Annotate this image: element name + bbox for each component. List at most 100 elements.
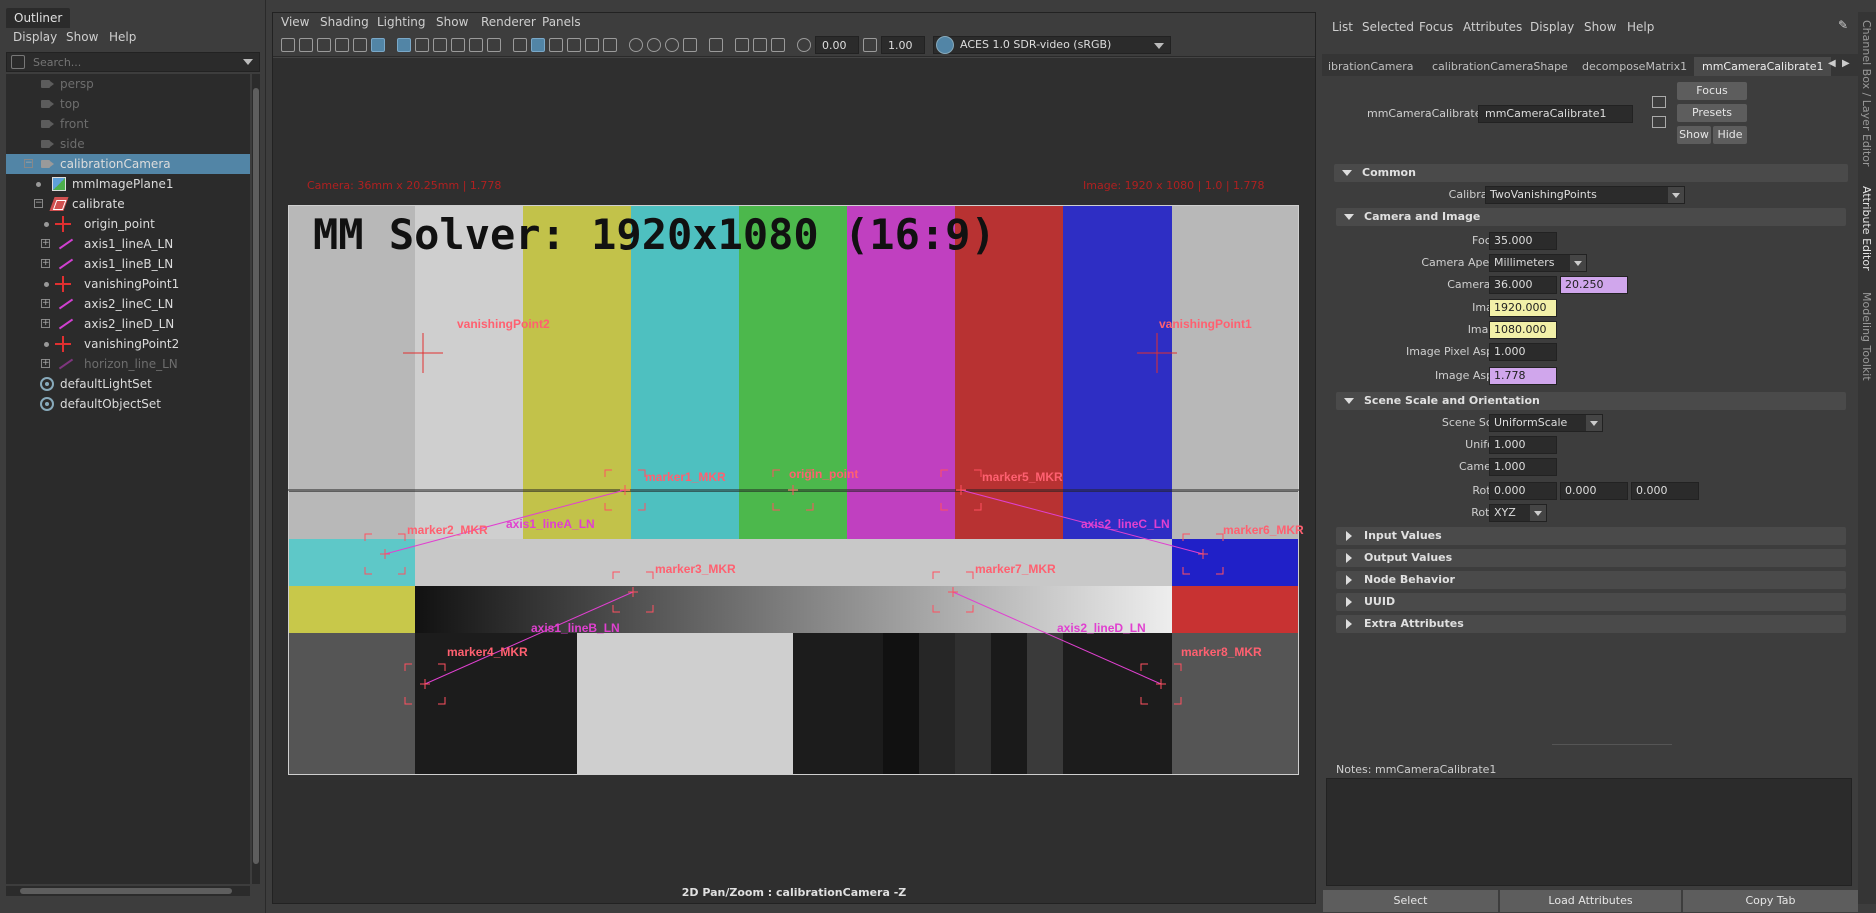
section-extra-attributes[interactable]: Extra Attributes — [1336, 615, 1846, 633]
tree-item-axis1-lineb[interactable]: + axis1_lineB_LN — [6, 254, 250, 274]
image-width-field[interactable]: 1920.000 — [1489, 299, 1557, 317]
collapse-icon[interactable]: − — [34, 199, 43, 208]
expand-icon[interactable] — [1346, 619, 1352, 629]
camera-height-field[interactable]: 1.000 — [1489, 458, 1557, 476]
shadows-icon[interactable] — [603, 38, 617, 52]
tree-item-axis2-linec[interactable]: + axis2_lineC_LN — [6, 294, 250, 314]
image-plane-icon[interactable] — [335, 38, 349, 52]
chevron-down-icon[interactable] — [1154, 43, 1164, 49]
menu-view[interactable]: View — [281, 15, 309, 29]
section-scene-scale[interactable]: Scene Scale and Orientation — [1336, 392, 1846, 410]
section-node-behavior[interactable]: Node Behavior — [1336, 571, 1846, 589]
uniform-scale-field[interactable]: 1.000 — [1489, 436, 1557, 454]
menu-help[interactable]: Help — [1627, 20, 1654, 34]
tree-item-top[interactable]: top — [6, 94, 250, 114]
menu-renderer[interactable]: Renderer — [481, 15, 536, 29]
scrollbar-thumb[interactable] — [20, 888, 232, 894]
tab-decompose-matrix[interactable]: decomposeMatrix1 — [1582, 57, 1687, 76]
depth-of-field-icon[interactable] — [683, 38, 697, 52]
isolate-select-icon[interactable] — [709, 38, 723, 52]
expand-icon[interactable]: + — [41, 319, 50, 328]
rotate-plane-z-field[interactable]: 0.000 — [1631, 482, 1699, 500]
section-camera-image[interactable]: Camera and Image — [1336, 208, 1846, 226]
collapse-icon[interactable] — [1342, 170, 1352, 176]
tree-item-horizon-line[interactable]: + horizon_line_LN — [6, 354, 250, 374]
pin-icon[interactable]: ✎ — [1838, 18, 1848, 32]
section-uuid[interactable]: UUID — [1336, 593, 1846, 611]
hide-button[interactable]: Hide — [1713, 126, 1747, 144]
aperture-unit-select[interactable]: Millimeters — [1489, 254, 1587, 272]
menu-display[interactable]: Display — [13, 30, 57, 44]
tab-calibration-camera[interactable]: ibrationCamera — [1328, 57, 1414, 76]
collapse-icon[interactable] — [1344, 398, 1354, 404]
smooth-shade-icon[interactable] — [531, 38, 545, 52]
wireframe-icon[interactable] — [513, 38, 527, 52]
collapse-icon[interactable]: − — [24, 159, 33, 168]
menu-focus[interactable]: Focus — [1419, 20, 1453, 34]
rotate-plane-y-field[interactable]: 0.000 — [1560, 482, 1628, 500]
output-connection-icon[interactable] — [1652, 116, 1666, 128]
field-chart-icon[interactable] — [469, 38, 483, 52]
tree-item-persp[interactable]: persp — [6, 74, 250, 94]
expand-icon[interactable] — [1346, 531, 1352, 541]
menu-help[interactable]: Help — [109, 30, 136, 44]
menu-display[interactable]: Display — [1530, 20, 1574, 34]
pixel-aspect-field[interactable]: 1.000 — [1489, 343, 1557, 361]
grease-pencil-icon[interactable] — [371, 38, 385, 52]
camera-aperture-x-field[interactable]: 36.000 — [1489, 276, 1557, 294]
resolution-gate-icon[interactable] — [433, 38, 447, 52]
chevron-down-icon[interactable] — [1570, 255, 1586, 271]
expand-icon[interactable] — [1346, 597, 1352, 607]
tree-item-default-light-set[interactable]: defaultLightSet — [6, 374, 250, 394]
presets-button[interactable]: Presets — [1677, 104, 1747, 122]
select-button[interactable]: Select — [1323, 890, 1498, 912]
tree-item-vanishing-point2[interactable]: vanishingPoint2 — [6, 334, 250, 354]
exposure-field[interactable]: 0.00 — [815, 36, 859, 54]
menu-lighting[interactable]: Lighting — [377, 15, 426, 29]
section-input-values[interactable]: Input Values — [1336, 527, 1846, 545]
menu-selected[interactable]: Selected — [1362, 20, 1414, 34]
tree-item-image-plane[interactable]: mmImagePlane1 — [6, 174, 250, 194]
viewport-canvas[interactable]: Camera: 36mm x 20.25mm | 1.778 Image: 19… — [273, 58, 1315, 903]
expand-icon[interactable] — [1346, 553, 1352, 563]
tree-item-vanishing-point1[interactable]: vanishingPoint1 — [6, 274, 250, 294]
tree-item-default-object-set[interactable]: defaultObjectSet — [6, 394, 250, 414]
menu-list[interactable]: List — [1332, 20, 1353, 34]
gate-mask-icon[interactable] — [451, 38, 465, 52]
outliner-vertical-scrollbar[interactable] — [252, 74, 260, 884]
scrollbar-thumb[interactable] — [253, 88, 259, 864]
load-attributes-button[interactable]: Load Attributes — [1500, 890, 1681, 912]
gamma-field[interactable]: 1.00 — [881, 36, 925, 54]
tree-item-axis1-linea[interactable]: + axis1_lineA_LN — [6, 234, 250, 254]
outliner-horizontal-scrollbar[interactable] — [6, 886, 250, 896]
tab-calibration-camera-shape[interactable]: calibrationCameraShape — [1432, 57, 1568, 76]
expand-icon[interactable]: + — [41, 259, 50, 268]
select-camera-icon[interactable] — [281, 38, 295, 52]
tree-item-side[interactable]: side — [6, 134, 250, 154]
focal-length-field[interactable]: 35.000 — [1489, 232, 1557, 250]
expand-icon[interactable] — [1346, 575, 1352, 585]
wireframe-on-shaded-icon[interactable] — [549, 38, 563, 52]
copy-tab-button[interactable]: Copy Tab — [1683, 890, 1858, 912]
tree-item-front[interactable]: front — [6, 114, 250, 134]
expand-icon[interactable]: + — [41, 239, 50, 248]
tree-item-calibrate[interactable]: − calibrate — [6, 194, 250, 214]
chevron-down-icon[interactable] — [1530, 505, 1546, 521]
chevron-down-icon[interactable] — [1586, 415, 1602, 431]
motion-blur-icon[interactable] — [647, 38, 661, 52]
lighting-icon[interactable] — [585, 38, 599, 52]
splitter-handle[interactable] — [1552, 744, 1672, 745]
expand-icon[interactable]: + — [41, 299, 50, 308]
bookmark-icon[interactable] — [317, 38, 331, 52]
exposure-icon[interactable] — [797, 38, 811, 52]
menu-shading[interactable]: Shading — [320, 15, 369, 29]
image-aspect-field[interactable]: 1.778 — [1489, 367, 1557, 385]
scale-mode-select[interactable]: UniformScale — [1489, 414, 1603, 432]
menu-show[interactable]: Show — [66, 30, 98, 44]
collapse-icon[interactable] — [1344, 214, 1354, 220]
calibration-mode-select[interactable]: TwoVanishingPoints — [1485, 186, 1685, 204]
color-management-icon[interactable] — [936, 36, 954, 54]
section-common[interactable]: Common — [1334, 164, 1848, 182]
section-output-values[interactable]: Output Values — [1336, 549, 1846, 567]
chevron-down-icon[interactable] — [1668, 187, 1684, 203]
